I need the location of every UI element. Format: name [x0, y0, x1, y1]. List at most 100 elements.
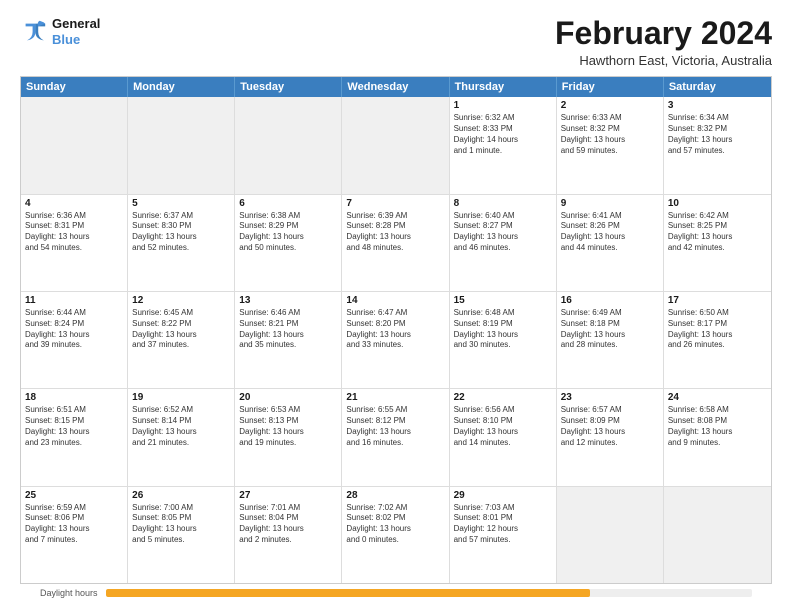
- cal-cell: 10 Sunrise: 6:42 AM Sunset: 8:25 PM Dayli…: [664, 195, 771, 291]
- cell-content: Sunrise: 6:32 AM Sunset: 8:33 PM Dayligh…: [454, 113, 552, 156]
- cal-cell: [342, 97, 449, 193]
- cal-cell: 13Sunrise: 6:46 AM Sunset: 8:21 PM Dayli…: [235, 292, 342, 388]
- day-number: 9: [561, 198, 659, 209]
- cell-content: Sunrise: 7:01 AM Sunset: 8:04 PM Dayligh…: [239, 503, 337, 546]
- cell-content: Sunrise: 7:02 AM Sunset: 8:02 PM Dayligh…: [346, 503, 444, 546]
- cal-cell: 20Sunrise: 6:53 AM Sunset: 8:13 PM Dayli…: [235, 389, 342, 485]
- day-number: 14: [346, 295, 444, 306]
- cal-week-3: 11Sunrise: 6:44 AM Sunset: 8:24 PM Dayli…: [21, 292, 771, 389]
- cal-cell: 2 Sunrise: 6:33 AM Sunset: 8:32 PM Daylig…: [557, 97, 664, 193]
- cell-content: Sunrise: 6:49 AM Sunset: 8:18 PM Dayligh…: [561, 308, 659, 351]
- header: General Blue February 2024 Hawthorn East…: [20, 16, 772, 68]
- day-number: 21: [346, 392, 444, 403]
- cal-cell: 4 Sunrise: 6:36 AM Sunset: 8:31 PM Daylig…: [21, 195, 128, 291]
- cal-cell: 1Sunrise: 6:32 AM Sunset: 8:33 PM Daylig…: [450, 97, 557, 193]
- cal-cell: 5 Sunrise: 6:37 AM Sunset: 8:30 PM Daylig…: [128, 195, 235, 291]
- cal-cell: [128, 97, 235, 193]
- cal-cell: 21 Sunrise: 6:55 AM Sunset: 8:12 PM Dayli…: [342, 389, 449, 485]
- cell-content: Sunrise: 6:50 AM Sunset: 8:17 PM Dayligh…: [668, 308, 767, 351]
- cell-content: Sunrise: 6:42 AM Sunset: 8:25 PM Dayligh…: [668, 211, 767, 254]
- cal-cell: 22 Sunrise: 6:56 AM Sunset: 8:10 PM Dayli…: [450, 389, 557, 485]
- day-number: 22: [454, 392, 552, 403]
- cal-cell: 14 Sunrise: 6:47 AM Sunset: 8:20 PM Dayli…: [342, 292, 449, 388]
- cell-content: Sunrise: 6:38 AM Sunset: 8:29 PM Dayligh…: [239, 211, 337, 254]
- cell-content: Sunrise: 6:45 AM Sunset: 8:22 PM Dayligh…: [132, 308, 230, 351]
- day-number: 10: [668, 198, 767, 209]
- cal-cell: [557, 487, 664, 583]
- cal-week-1: 1Sunrise: 6:32 AM Sunset: 8:33 PM Daylig…: [21, 97, 771, 194]
- day-number: 15: [454, 295, 552, 306]
- cell-content: Sunrise: 7:03 AM Sunset: 8:01 PM Dayligh…: [454, 503, 552, 546]
- cal-header-cell-saturday: Saturday: [664, 77, 771, 97]
- cell-content: Sunrise: 6:47 AM Sunset: 8:20 PM Dayligh…: [346, 308, 444, 351]
- daylight-bar-container: [106, 589, 752, 597]
- day-number: 20: [239, 392, 337, 403]
- daylight-bar-section: Daylight hours: [20, 584, 772, 602]
- cal-cell: 3Sunrise: 6:34 AM Sunset: 8:32 PM Daylig…: [664, 97, 771, 193]
- logo-text: General Blue: [52, 16, 100, 47]
- cal-header-cell-friday: Friday: [557, 77, 664, 97]
- cell-content: Sunrise: 7:00 AM Sunset: 8:05 PM Dayligh…: [132, 503, 230, 546]
- cal-cell: 18Sunrise: 6:51 AM Sunset: 8:15 PM Dayli…: [21, 389, 128, 485]
- day-number: 5: [132, 198, 230, 209]
- cell-content: Sunrise: 6:55 AM Sunset: 8:12 PM Dayligh…: [346, 405, 444, 448]
- cal-header-cell-sunday: Sunday: [21, 77, 128, 97]
- page: General Blue February 2024 Hawthorn East…: [0, 0, 792, 612]
- cell-content: Sunrise: 6:36 AM Sunset: 8:31 PM Dayligh…: [25, 211, 123, 254]
- day-number: 6: [239, 198, 337, 209]
- calendar-header: SundayMondayTuesdayWednesdayThursdayFrid…: [21, 77, 771, 97]
- cell-content: Sunrise: 6:48 AM Sunset: 8:19 PM Dayligh…: [454, 308, 552, 351]
- cal-cell: 17 Sunrise: 6:50 AM Sunset: 8:17 PM Dayli…: [664, 292, 771, 388]
- cal-cell: 29Sunrise: 7:03 AM Sunset: 8:01 PM Dayli…: [450, 487, 557, 583]
- day-number: 25: [25, 490, 123, 501]
- day-number: 26: [132, 490, 230, 501]
- day-number: 8: [454, 198, 552, 209]
- cell-content: Sunrise: 6:41 AM Sunset: 8:26 PM Dayligh…: [561, 211, 659, 254]
- day-number: 2: [561, 100, 659, 111]
- cal-cell: 24Sunrise: 6:58 AM Sunset: 8:08 PM Dayli…: [664, 389, 771, 485]
- logo-line2: Blue: [52, 32, 100, 48]
- day-number: 24: [668, 392, 767, 403]
- cell-content: Sunrise: 6:37 AM Sunset: 8:30 PM Dayligh…: [132, 211, 230, 254]
- cal-cell: 19 Sunrise: 6:52 AM Sunset: 8:14 PM Dayli…: [128, 389, 235, 485]
- cal-cell: 11Sunrise: 6:44 AM Sunset: 8:24 PM Dayli…: [21, 292, 128, 388]
- cal-week-4: 18Sunrise: 6:51 AM Sunset: 8:15 PM Dayli…: [21, 389, 771, 486]
- cell-content: Sunrise: 6:44 AM Sunset: 8:24 PM Dayligh…: [25, 308, 123, 351]
- cal-cell: 25Sunrise: 6:59 AM Sunset: 8:06 PM Dayli…: [21, 487, 128, 583]
- day-number: 7: [346, 198, 444, 209]
- cal-cell: 28 Sunrise: 7:02 AM Sunset: 8:02 PM Dayli…: [342, 487, 449, 583]
- cal-cell: 27 Sunrise: 7:01 AM Sunset: 8:04 PM Dayli…: [235, 487, 342, 583]
- cal-header-cell-thursday: Thursday: [450, 77, 557, 97]
- cal-header-cell-monday: Monday: [128, 77, 235, 97]
- cell-content: Sunrise: 6:51 AM Sunset: 8:15 PM Dayligh…: [25, 405, 123, 448]
- cell-content: Sunrise: 6:46 AM Sunset: 8:21 PM Dayligh…: [239, 308, 337, 351]
- calendar-body: 1Sunrise: 6:32 AM Sunset: 8:33 PM Daylig…: [21, 97, 771, 583]
- day-number: 27: [239, 490, 337, 501]
- cell-content: Sunrise: 6:56 AM Sunset: 8:10 PM Dayligh…: [454, 405, 552, 448]
- cal-week-5: 25Sunrise: 6:59 AM Sunset: 8:06 PM Dayli…: [21, 487, 771, 583]
- cal-header-cell-tuesday: Tuesday: [235, 77, 342, 97]
- day-number: 28: [346, 490, 444, 501]
- day-number: 17: [668, 295, 767, 306]
- cell-content: Sunrise: 6:39 AM Sunset: 8:28 PM Dayligh…: [346, 211, 444, 254]
- cal-cell: 9 Sunrise: 6:41 AM Sunset: 8:26 PM Daylig…: [557, 195, 664, 291]
- day-number: 16: [561, 295, 659, 306]
- logo-icon: [20, 18, 48, 46]
- daylight-label: Daylight hours: [40, 588, 98, 598]
- cal-cell: 26 Sunrise: 7:00 AM Sunset: 8:05 PM Dayli…: [128, 487, 235, 583]
- cal-cell: 15 Sunrise: 6:48 AM Sunset: 8:19 PM Dayli…: [450, 292, 557, 388]
- cell-content: Sunrise: 6:33 AM Sunset: 8:32 PM Dayligh…: [561, 113, 659, 156]
- logo: General Blue: [20, 16, 100, 47]
- cal-cell: 23Sunrise: 6:57 AM Sunset: 8:09 PM Dayli…: [557, 389, 664, 485]
- day-number: 4: [25, 198, 123, 209]
- title-block: February 2024 Hawthorn East, Victoria, A…: [555, 16, 772, 68]
- cell-content: Sunrise: 6:52 AM Sunset: 8:14 PM Dayligh…: [132, 405, 230, 448]
- logo-line1: General: [52, 16, 100, 32]
- cal-header-cell-wednesday: Wednesday: [342, 77, 449, 97]
- day-number: 12: [132, 295, 230, 306]
- cal-cell: 7 Sunrise: 6:39 AM Sunset: 8:28 PM Daylig…: [342, 195, 449, 291]
- subtitle: Hawthorn East, Victoria, Australia: [555, 53, 772, 68]
- cell-content: Sunrise: 6:57 AM Sunset: 8:09 PM Dayligh…: [561, 405, 659, 448]
- day-number: 19: [132, 392, 230, 403]
- main-title: February 2024: [555, 16, 772, 51]
